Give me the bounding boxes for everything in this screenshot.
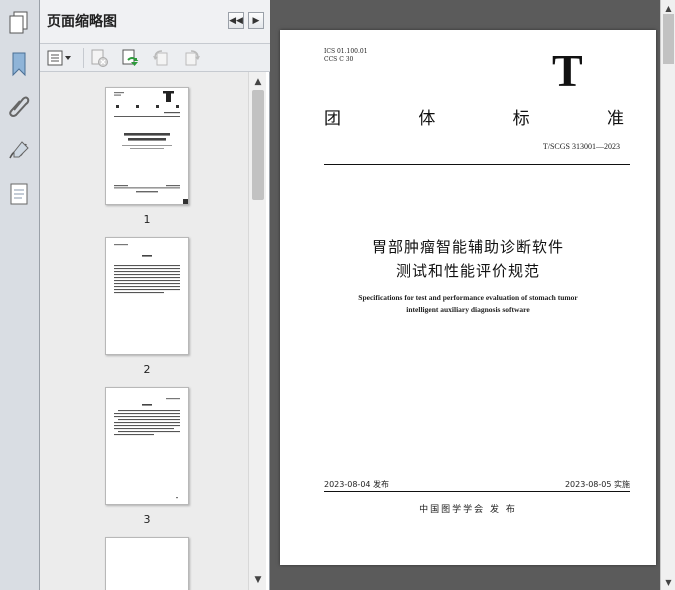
issuing-organization: 中国图学学会 发 布: [419, 505, 517, 515]
chevron-right-icon: ▶: [252, 15, 260, 26]
standard-type-heading: 团 体 标 准: [324, 104, 624, 129]
heading-char: 体: [418, 109, 436, 129]
thumbnail-page-3[interactable]: [105, 387, 189, 505]
ics-code: ICS 01.100.01 CCS C 30: [324, 48, 368, 64]
thumbnail-options-icon: [47, 50, 71, 66]
thumbnail-options-button[interactable]: [46, 48, 74, 68]
thumbnails-panel: 页面缩略图 ◀◀ ▶ 1 2 3 ▲ ▼: [40, 0, 270, 590]
header-rule: [324, 164, 630, 165]
bookmark-icon[interactable]: [5, 50, 33, 78]
english-title-line-1: Specifications for test and performance …: [358, 293, 578, 302]
footer-rule: [324, 491, 630, 492]
thumbnail-number: 1: [143, 213, 151, 226]
standard-letter: T: [552, 45, 583, 96]
thumbnail-list: 1 2 3: [40, 72, 248, 590]
toolbar-divider: [83, 48, 84, 68]
standard-number: T/SCGS 313001—2023: [542, 142, 620, 151]
document-scrollbar[interactable]: ▲ ▼: [660, 0, 675, 590]
scrollbar-thumb[interactable]: [252, 90, 264, 200]
thumbnail-number: 3: [143, 513, 151, 526]
document-title-line-1: 胃部肿瘤智能辅助诊断软件: [371, 238, 564, 256]
pdf-viewer: 页面缩略图 ◀◀ ▶ 1 2 3 ▲ ▼ ICS 01.100.01 CCS C…: [0, 0, 675, 590]
implement-date: 2023-08-05 实施: [564, 480, 630, 489]
english-title-line-2: intelligent auxiliary diagnosis software: [406, 305, 530, 314]
scroll-up-icon[interactable]: ▲: [249, 74, 267, 90]
scrollbar-thumb[interactable]: [663, 14, 674, 64]
thumbnail-page-2[interactable]: [105, 237, 189, 355]
scroll-down-icon[interactable]: ▼: [249, 572, 267, 588]
thumbnail-page-4[interactable]: [105, 537, 189, 590]
delete-page-icon: [91, 49, 108, 67]
rotate-ccw-icon: [153, 50, 168, 66]
page-3-preview: [114, 398, 180, 499]
thumbnail-scrollbar[interactable]: ▲ ▼: [248, 72, 266, 590]
navigation-rail: [0, 0, 40, 590]
heading-char: 准: [606, 109, 624, 129]
page-2-preview: [114, 244, 180, 294]
document-page: ICS 01.100.01 CCS C 30 T 团 体 标 准 T/SCGS …: [280, 30, 656, 565]
rotate-ccw-button[interactable]: [150, 48, 172, 68]
attachment-icon[interactable]: [5, 92, 33, 120]
ics-line: ICS 01.100.01: [324, 48, 368, 55]
thumbnail-page-1[interactable]: [105, 87, 189, 205]
collapse-panel-button[interactable]: ◀◀: [228, 12, 244, 29]
layers-icon[interactable]: [5, 180, 33, 208]
document-viewport: ICS 01.100.01 CCS C 30 T 团 体 标 准 T/SCGS …: [271, 0, 660, 590]
panel-title: 页面缩略图: [47, 14, 117, 30]
thumbnail-toolbar: [40, 44, 270, 72]
rotate-cw-button[interactable]: [181, 48, 203, 68]
signature-icon[interactable]: [5, 136, 33, 164]
panel-options-button[interactable]: ▶: [248, 12, 264, 29]
rotate-cw-icon: [185, 50, 200, 66]
document-title-line-2: 测试和性能评价规范: [395, 262, 540, 280]
pages-icon[interactable]: [5, 8, 33, 36]
scroll-up-icon[interactable]: ▲: [661, 1, 675, 15]
heading-char: 团: [324, 109, 341, 129]
panel-header: 页面缩略图 ◀◀ ▶: [40, 0, 270, 44]
page-1-preview: [114, 91, 188, 204]
insert-page-button[interactable]: [119, 48, 141, 68]
publish-date: 2023-08-04 发布: [324, 480, 390, 489]
double-chevron-left-icon: ◀◀: [229, 15, 243, 26]
insert-page-icon: [122, 49, 139, 66]
delete-page-button[interactable]: [88, 48, 110, 68]
heading-char: 标: [512, 109, 530, 129]
scroll-down-icon[interactable]: ▼: [661, 575, 675, 589]
thumbnail-number: 2: [143, 363, 151, 376]
ccs-line: CCS C 30: [324, 56, 354, 63]
